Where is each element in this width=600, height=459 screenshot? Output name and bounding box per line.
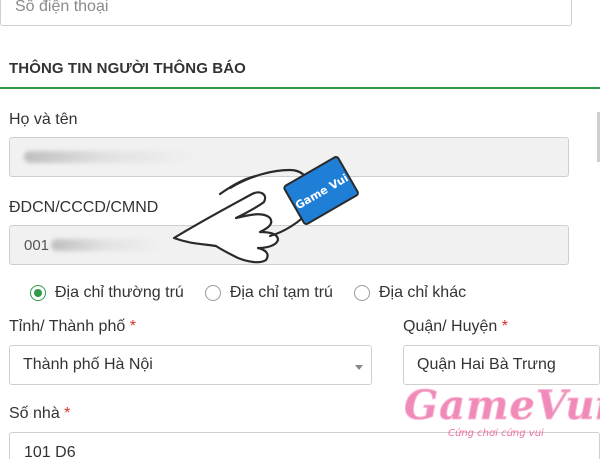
idnum-value-prefix: 001 xyxy=(24,236,50,254)
logo-tagline: Cứng chơi cứng vui xyxy=(448,428,544,439)
required-mark: * xyxy=(64,405,71,422)
radio-label: Địa chỉ khác xyxy=(378,284,467,301)
province-select[interactable]: Thành phố Hà Nội xyxy=(9,345,372,385)
district-value: Quận Hai Bà Trưng xyxy=(417,356,556,373)
gamevui-logo: GameVui Cứng chơi cứng vui xyxy=(404,382,600,448)
address-type-radios: Địa chỉ thường trú Địa chỉ tạm trú Địa c… xyxy=(30,284,487,302)
chevron-down-icon xyxy=(355,365,363,370)
idnum-label: ĐDCN/CCCD/CMND xyxy=(9,199,159,216)
fullname-label: Họ và tên xyxy=(9,111,78,128)
house-number-value: 101 D6 xyxy=(24,444,76,459)
radio-circle xyxy=(204,285,221,301)
phone-placeholder: Số điện thoại xyxy=(15,0,109,15)
district-select[interactable]: Quận Hai Bà Trưng xyxy=(403,345,600,385)
radio-other-address[interactable]: Địa chỉ khác xyxy=(353,284,467,302)
province-label: Tỉnh/ Thành phố * xyxy=(9,318,136,336)
section-divider xyxy=(0,87,600,89)
section-title: THÔNG TIN NGƯỜI THÔNG BÁO xyxy=(9,60,246,77)
logo-brand-text: GameVui xyxy=(404,382,600,430)
blurred-idnum-value xyxy=(51,239,162,251)
radio-temporary-address[interactable]: Địa chỉ tạm trú xyxy=(204,284,333,302)
phone-input[interactable]: Số điện thoại xyxy=(0,0,572,26)
province-label-text: Tỉnh/ Thành phố xyxy=(9,318,126,335)
pointing-hand-icon: Game Vui xyxy=(172,156,359,264)
district-label-text: Quận/ Huyện xyxy=(403,318,498,335)
district-label: Quận/ Huyện * xyxy=(403,318,508,336)
province-value: Thành phố Hà Nội xyxy=(23,356,153,373)
house-number-label-text: Số nhà xyxy=(9,405,60,422)
house-number-label: Số nhà * xyxy=(9,405,70,423)
form-page: Số điện thoại THÔNG TIN NGƯỜI THÔNG BÁO … xyxy=(0,0,600,459)
required-mark: * xyxy=(501,318,508,335)
radio-label: Địa chỉ thường trú xyxy=(55,284,184,301)
radio-circle xyxy=(353,285,370,301)
radio-permanent-address[interactable]: Địa chỉ thường trú xyxy=(30,284,184,302)
radio-label: Địa chỉ tạm trú xyxy=(229,284,333,301)
required-mark: * xyxy=(129,318,136,335)
radio-circle xyxy=(30,285,46,301)
